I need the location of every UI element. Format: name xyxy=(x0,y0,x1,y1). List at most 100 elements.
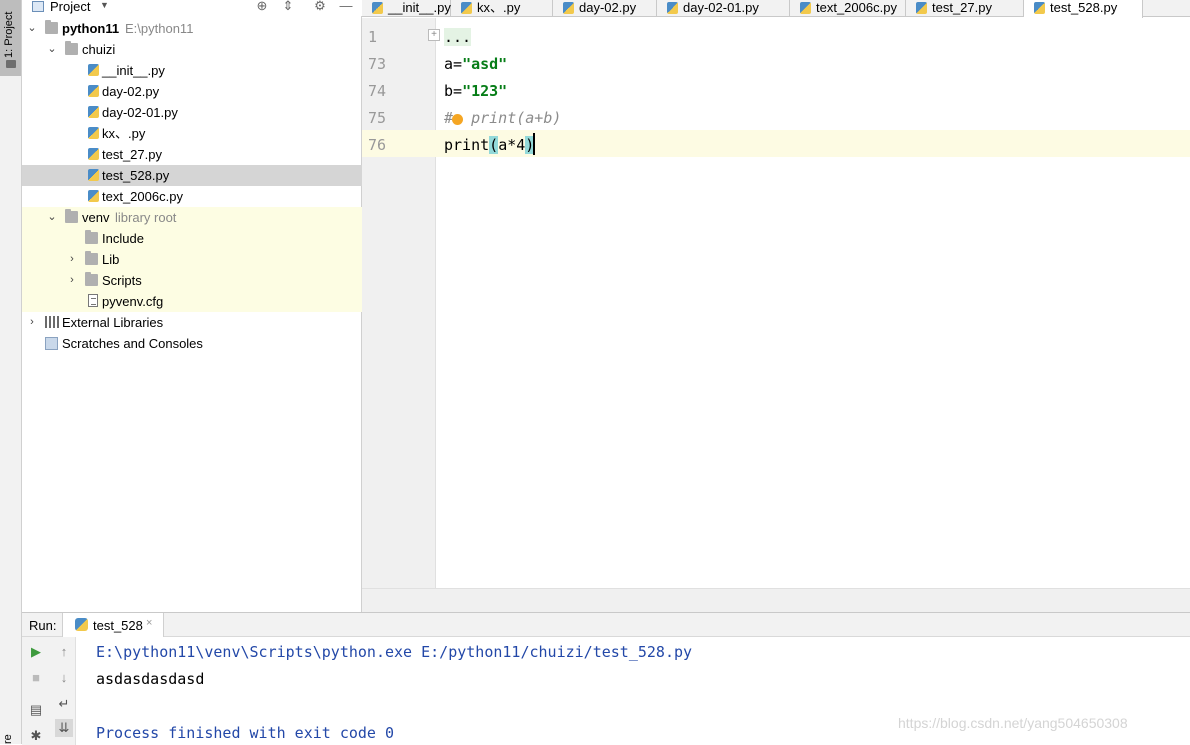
python-file-icon xyxy=(88,169,99,181)
editor-tab[interactable]: day-02-01.py xyxy=(657,0,790,17)
tree-item[interactable]: __init__.py xyxy=(22,60,362,81)
tree-item-label: Scripts xyxy=(102,273,142,288)
tree-item[interactable]: day-02-01.py xyxy=(22,102,362,123)
string-literal: "123" xyxy=(462,82,508,100)
editor-tab[interactable]: __init__.py xyxy=(362,0,451,17)
tree-item-label: chuizi xyxy=(82,42,116,57)
expand-fold-icon[interactable]: + xyxy=(428,29,440,41)
tree-item-label: text_2006c.py xyxy=(102,189,183,204)
run-label: Run: xyxy=(29,618,57,633)
chevron-down-icon[interactable]: ▼ xyxy=(100,0,109,10)
tree-item[interactable]: › Scripts xyxy=(22,270,362,291)
code-token: b= xyxy=(444,82,463,100)
folder-icon xyxy=(85,272,98,286)
structure-tool-tab[interactable]: re xyxy=(2,728,20,744)
pin-icon[interactable]: ✱ xyxy=(27,727,45,745)
python-file-icon xyxy=(1034,2,1045,14)
tree-item[interactable]: Scratches and Consoles xyxy=(22,333,362,354)
soft-wrap-icon[interactable]: ↵ xyxy=(55,695,73,713)
python-file-icon xyxy=(667,2,678,14)
tree-item[interactable]: › External Libraries xyxy=(22,312,362,333)
tree-item-path: library root xyxy=(115,210,177,225)
hide-icon[interactable]: — xyxy=(338,0,354,14)
collapse-all-icon[interactable]: ⇕ xyxy=(280,0,296,14)
console-line: asdasdasdasd xyxy=(96,670,205,688)
tree-item[interactable]: ⌄ venv library root xyxy=(22,207,362,228)
line-number: 76 xyxy=(368,136,387,154)
config-file-icon xyxy=(88,294,98,307)
tree-item[interactable]: ⌄ python11 E:\python11 xyxy=(22,18,362,39)
tree-item-label: __init__.py xyxy=(102,63,165,78)
tree-item-path: E:\python11 xyxy=(125,21,194,36)
tree-item-label: kx、.py xyxy=(102,126,146,141)
tool-window-stripe: 1: Project re xyxy=(0,0,22,744)
code-editor[interactable]: 1 73 74 75 76 + ... a="asd" b="123" # pr… xyxy=(362,18,1190,588)
editor-tab[interactable]: test_528.py xyxy=(1024,0,1143,18)
editor-tab-label: test_27.py xyxy=(932,0,992,15)
lightbulb-icon[interactable] xyxy=(452,114,463,125)
run-tab-label: test_528 xyxy=(93,618,143,633)
run-config-tab[interactable]: test_528 × xyxy=(62,613,164,637)
string-literal: "asd" xyxy=(462,55,508,73)
editor-tab[interactable]: kx、.py xyxy=(451,0,553,17)
watermark: https://blog.csdn.net/yang504650308 xyxy=(898,715,1128,731)
code-line-76: print(a*4) xyxy=(444,136,535,154)
tree-item-label: python11 xyxy=(62,21,120,36)
folded-region[interactable]: ... xyxy=(444,28,472,46)
editor-tab[interactable]: day-02.py xyxy=(553,0,657,17)
line-number: 1 xyxy=(368,28,378,46)
python-file-icon xyxy=(563,2,574,14)
chevron-right-icon[interactable]: › xyxy=(66,270,78,291)
tree-item-label: test_27.py xyxy=(102,147,162,162)
locate-icon[interactable]: ⊕ xyxy=(254,0,270,14)
editor-tab-label: test_528.py xyxy=(1050,0,1118,15)
project-tool-tab[interactable]: 1: Project xyxy=(0,0,21,76)
tree-item-label: External Libraries xyxy=(62,315,164,330)
text-caret xyxy=(533,133,535,155)
editor-tab-bar: __init__.py kx、.py day-02.py day-02-01.py te… xyxy=(362,0,1190,18)
gear-icon[interactable]: ⚙ xyxy=(312,0,328,14)
python-file-icon xyxy=(372,2,383,14)
tree-item-label: day-02-01.py xyxy=(102,105,178,120)
rerun-icon[interactable]: ▶ xyxy=(27,643,45,661)
tree-item[interactable]: text_2006c.py xyxy=(22,186,362,207)
python-file-icon xyxy=(88,106,99,118)
up-arrow-icon[interactable]: ↑ xyxy=(55,643,73,661)
python-file-icon xyxy=(916,2,927,14)
tree-item[interactable]: test_27.py xyxy=(22,144,362,165)
tree-item[interactable]: kx、.py xyxy=(22,123,362,144)
tree-item-label: Lib xyxy=(102,252,120,267)
console-line: Process finished with exit code 0 xyxy=(96,724,395,742)
editor-tab[interactable]: text_2006c.py xyxy=(790,0,906,17)
tree-item[interactable]: ⌄ chuizi xyxy=(22,39,362,60)
editor-tab-label: day-02.py xyxy=(579,0,637,15)
editor-tab[interactable]: test_27.py xyxy=(906,0,1024,17)
python-file-icon xyxy=(461,2,472,14)
tree-item[interactable]: › Lib xyxy=(22,249,362,270)
tree-item[interactable]: pyvenv.cfg xyxy=(22,291,362,312)
python-file-icon xyxy=(88,148,99,160)
project-view-icon xyxy=(32,1,44,12)
tree-item[interactable]: test_528.py xyxy=(22,165,362,186)
stop-icon[interactable]: ■ xyxy=(27,669,45,687)
chevron-down-icon[interactable]: ⌄ xyxy=(46,207,58,228)
tree-item-label: pyvenv.cfg xyxy=(102,294,164,309)
down-arrow-icon[interactable]: ↓ xyxy=(55,669,73,687)
tree-item[interactable]: Include xyxy=(22,228,362,249)
project-view-selector[interactable]: Project xyxy=(50,0,90,14)
run-panel-header: Run: test_528 × xyxy=(22,613,1190,637)
code-token: a= xyxy=(444,55,463,73)
chevron-right-icon[interactable]: › xyxy=(26,312,38,333)
close-icon[interactable]: × xyxy=(146,617,152,629)
console-line: E:\python11\venv\Scripts\python.exe E:/p… xyxy=(96,643,693,661)
editor-tab-label: __init__.py xyxy=(388,0,451,15)
python-icon xyxy=(75,618,88,631)
layout-icon[interactable]: ▤ xyxy=(27,701,45,719)
folder-icon xyxy=(6,60,16,68)
scroll-to-end-icon[interactable]: ⇊ xyxy=(55,719,73,737)
chevron-down-icon[interactable]: ⌄ xyxy=(26,18,38,39)
chevron-down-icon[interactable]: ⌄ xyxy=(46,39,58,60)
tree-item[interactable]: day-02.py xyxy=(22,81,362,102)
code-line-1: ... xyxy=(444,28,472,46)
chevron-right-icon[interactable]: › xyxy=(66,249,78,270)
